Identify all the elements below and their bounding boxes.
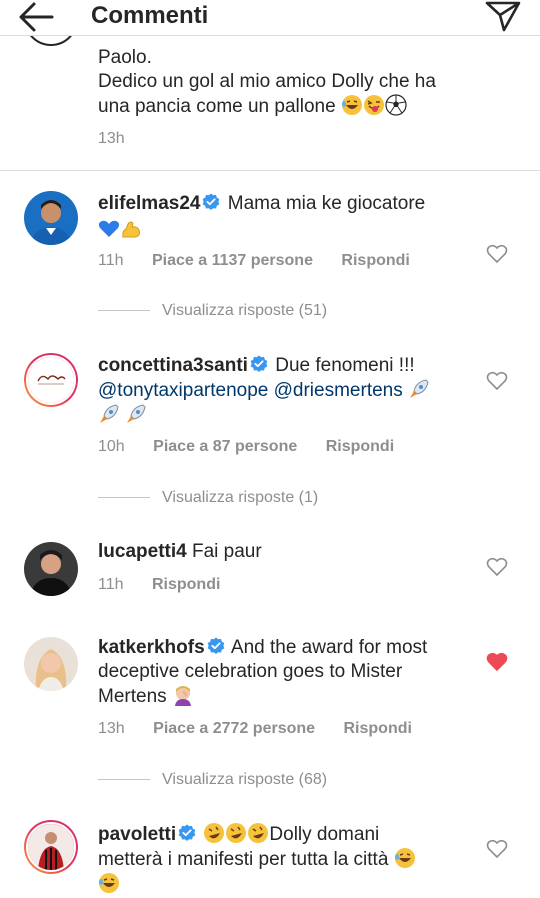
laughing-emoji-icon bbox=[99, 873, 119, 893]
comment-body: elifelmas24 Mama mia ke giocatore bbox=[98, 192, 478, 243]
reply-button[interactable]: Rispondi bbox=[341, 252, 409, 270]
tongue-wink-emoji-icon bbox=[363, 95, 384, 115]
comment-username[interactable]: concettina3santi bbox=[98, 355, 248, 376]
view-replies-label: Visualizza risposte (51) bbox=[162, 302, 328, 319]
timestamp: 11h bbox=[98, 576, 124, 593]
comment-meta: 13h Piace a 2772 persone Rispondi bbox=[98, 720, 436, 738]
page-title: Commenti bbox=[91, 2, 209, 29]
verified-badge-icon bbox=[207, 637, 224, 654]
likes-count[interactable]: Piace a 2772 persone bbox=[153, 720, 315, 738]
comment-body: katkerkhofs And the award for most decep… bbox=[98, 636, 478, 709]
view-replies-button[interactable]: Visualizza risposte (1) bbox=[98, 489, 318, 511]
caption-line-text: una pancia come un pallone bbox=[98, 96, 336, 117]
comment-body: lucapetti4 Fai paur bbox=[98, 540, 478, 564]
rolling-laughing-emoji-icon bbox=[226, 823, 247, 843]
reply-button[interactable]: Rispondi bbox=[326, 438, 394, 456]
reply-button[interactable]: Rispondi bbox=[152, 576, 220, 594]
likes-count[interactable]: Piace a 87 persone bbox=[153, 438, 297, 456]
verified-badge-icon bbox=[203, 193, 220, 210]
soccer-ball-emoji-icon bbox=[385, 94, 407, 116]
timestamp: 13h bbox=[98, 720, 125, 737]
like-heart-icon[interactable] bbox=[486, 371, 508, 391]
comment-text: Mama mia ke giocatore bbox=[227, 193, 426, 214]
comment-text-line: Mertens bbox=[98, 684, 478, 709]
avatar[interactable] bbox=[24, 36, 78, 46]
comment-text: metterà i manifesti per tutta la città bbox=[98, 849, 389, 870]
likes-count[interactable]: Piace a 1137 persone bbox=[152, 252, 313, 270]
rocket-emoji-icon bbox=[127, 404, 146, 423]
reply-button[interactable]: Rispondi bbox=[344, 720, 412, 738]
caption-line: Dedico un gol al mio amico Dolly che ha bbox=[98, 71, 436, 92]
comment-text: Dolly domani bbox=[269, 824, 380, 845]
comment-text: And the award for most bbox=[230, 637, 428, 658]
comment-mentions: @tonytaxipartenope @driesmertens bbox=[98, 378, 478, 403]
comment-username[interactable]: pavoletti bbox=[98, 824, 176, 845]
divider bbox=[98, 310, 150, 312]
comment-text: Fai paur bbox=[191, 541, 262, 562]
timestamp: 11h bbox=[98, 252, 124, 269]
comment-text-line: metterà i manifesti per tutta la città bbox=[98, 847, 478, 872]
comment-username[interactable]: elifelmas24 bbox=[98, 193, 200, 214]
direct-send-icon[interactable] bbox=[484, 0, 522, 32]
mention-link[interactable]: @tonytaxipartenope bbox=[98, 380, 268, 401]
rolling-laughing-emoji-icon bbox=[248, 823, 269, 843]
view-replies-label: Visualizza risposte (68) bbox=[162, 771, 328, 788]
header-bar: Commenti bbox=[0, 0, 540, 36]
divider bbox=[98, 779, 150, 781]
like-heart-icon[interactable] bbox=[486, 839, 508, 859]
comment-username[interactable]: lucapetti4 bbox=[98, 541, 187, 562]
laughing-emoji-icon bbox=[341, 95, 362, 115]
caption-text: Paolo. Dedico un gol al mio amico Dolly … bbox=[98, 46, 518, 119]
comment-emojis bbox=[98, 218, 478, 243]
avatar[interactable] bbox=[24, 637, 78, 691]
comments-list[interactable]: Paolo. Dedico un gol al mio amico Dolly … bbox=[0, 36, 540, 898]
caption-line: Paolo. bbox=[98, 47, 152, 68]
comment-text: Mertens bbox=[98, 686, 167, 707]
comment-emojis bbox=[98, 872, 478, 897]
verified-badge-icon bbox=[178, 824, 196, 841]
rocket-emoji-icon bbox=[100, 404, 119, 423]
divider bbox=[98, 497, 150, 499]
avatar[interactable] bbox=[24, 542, 78, 596]
back-arrow-icon[interactable] bbox=[16, 0, 56, 34]
facepalm-emoji-icon bbox=[174, 686, 191, 706]
comment-username[interactable]: katkerkhofs bbox=[98, 637, 205, 658]
avatar[interactable] bbox=[24, 353, 78, 407]
flexed-biceps-emoji-icon bbox=[122, 221, 140, 238]
comment-emojis bbox=[98, 403, 478, 428]
view-replies-button[interactable]: Visualizza risposte (68) bbox=[98, 771, 327, 793]
rolling-laughing-emoji-icon bbox=[204, 823, 225, 843]
rocket-emoji-icon bbox=[410, 379, 429, 398]
like-heart-icon[interactable] bbox=[486, 244, 508, 264]
like-heart-icon[interactable] bbox=[486, 652, 508, 672]
divider bbox=[0, 170, 540, 171]
avatar[interactable] bbox=[24, 820, 78, 874]
view-replies-label: Visualizza risposte (1) bbox=[162, 489, 319, 506]
timestamp: 10h bbox=[98, 438, 125, 455]
comment-body: pavoletti Dolly domani metterà i manifes… bbox=[98, 822, 478, 897]
timestamp: 13h bbox=[98, 130, 125, 147]
avatar[interactable] bbox=[24, 191, 78, 245]
comment-meta: 10h Piace a 87 persone Rispondi bbox=[98, 438, 418, 456]
view-replies-button[interactable]: Visualizza risposte (51) bbox=[98, 302, 327, 324]
verified-badge-icon bbox=[250, 355, 268, 372]
blue-heart-emoji-icon bbox=[98, 220, 120, 237]
mention-link[interactable]: @driesmertens bbox=[274, 380, 403, 401]
comment-text: Due fenomeni !!! bbox=[275, 355, 415, 376]
comment-meta: 11h Piace a 1137 persone Rispondi bbox=[98, 252, 434, 270]
comment-body: concettina3santi Due fenomeni !!! @tonyt… bbox=[98, 354, 478, 428]
comment-text: deceptive celebration goes to Mister bbox=[98, 661, 403, 682]
comment-meta: 11h Rispondi bbox=[98, 576, 244, 594]
like-heart-icon[interactable] bbox=[486, 557, 508, 577]
caption-line: una pancia come un pallone bbox=[98, 94, 518, 119]
laughing-emoji-icon bbox=[394, 848, 415, 868]
